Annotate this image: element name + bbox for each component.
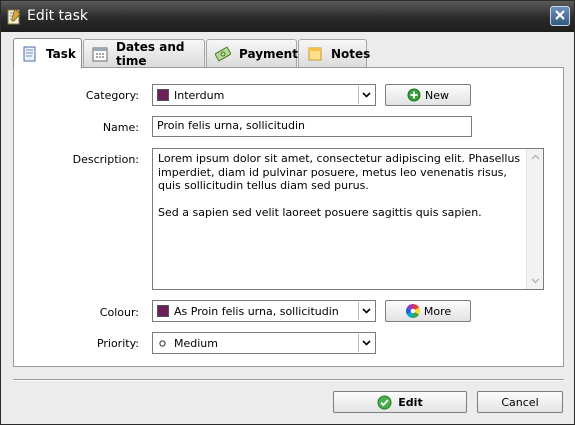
name-field[interactable]: Proin felis urna, sollicitudin — [152, 116, 472, 137]
tab-label: Payment — [239, 46, 298, 61]
tab-payment[interactable]: Payment — [206, 39, 298, 67]
cancel-button[interactable]: Cancel — [477, 391, 563, 413]
category-label: Category: — [85, 89, 139, 102]
chevron-down-icon[interactable] — [358, 334, 374, 352]
tab-dates-and-time[interactable]: Dates and time — [83, 39, 205, 68]
description-paragraph-2: Sed a sapien sed velit laoreet posuere s… — [158, 205, 482, 219]
notepad-icon — [6, 8, 22, 25]
colour-value: As Proin felis urna, sollicitudin — [174, 304, 339, 318]
title-bar[interactable]: Edit task — [1, 1, 574, 32]
chevron-down-icon[interactable] — [358, 302, 374, 320]
tab-label: Task — [46, 46, 76, 61]
priority-value: Medium — [174, 336, 218, 350]
edit-task-dialog: Edit task Task Dates and time Payment No… — [0, 0, 575, 425]
note-icon — [307, 46, 323, 62]
edit-button-label: Edit — [398, 395, 423, 409]
calendar-icon — [92, 46, 108, 62]
color-wheel-icon — [405, 303, 421, 319]
footer-divider — [13, 379, 564, 381]
colour-swatch — [157, 305, 169, 317]
chevron-down-icon[interactable] — [358, 86, 374, 104]
colour-label: Colour: — [99, 306, 139, 319]
window-title: Edit task — [27, 8, 89, 24]
notepad-icon — [22, 46, 38, 62]
edit-button[interactable]: Edit — [333, 391, 467, 413]
priority-select[interactable]: Medium — [152, 332, 376, 354]
close-icon — [554, 9, 566, 24]
new-button[interactable]: New — [385, 84, 471, 106]
tab-label: Notes — [331, 46, 371, 61]
more-colours-button[interactable]: More — [385, 300, 471, 322]
priority-label: Priority: — [96, 337, 139, 350]
description-scrollbar[interactable] — [526, 149, 543, 289]
add-icon — [407, 88, 421, 102]
checkmark-icon — [377, 395, 392, 410]
name-label: Name: — [102, 121, 139, 134]
tab-task[interactable]: Task — [13, 38, 82, 68]
colour-select[interactable]: As Proin felis urna, sollicitudin — [152, 300, 376, 322]
description-label: Description: — [72, 153, 139, 166]
cancel-button-label: Cancel — [501, 395, 539, 409]
category-color-swatch — [157, 89, 169, 101]
description-textarea[interactable]: Lorem ipsum dolor sit amet, consectetur … — [152, 148, 544, 290]
circle-icon — [159, 339, 166, 347]
money-icon — [214, 45, 232, 62]
category-value: Interdum — [174, 88, 225, 102]
description-paragraph-1: Lorem ipsum dolor sit amet, consectetur … — [158, 152, 521, 192]
category-select[interactable]: Interdum — [152, 84, 376, 106]
scroll-down-icon[interactable] — [530, 276, 540, 286]
tab-notes[interactable]: Notes — [298, 39, 371, 67]
close-button[interactable] — [550, 6, 570, 26]
more-button-label: More — [423, 304, 452, 318]
new-button-label: New — [425, 88, 449, 102]
tab-label: Dates and time — [116, 39, 185, 68]
scroll-up-icon[interactable] — [530, 152, 540, 162]
